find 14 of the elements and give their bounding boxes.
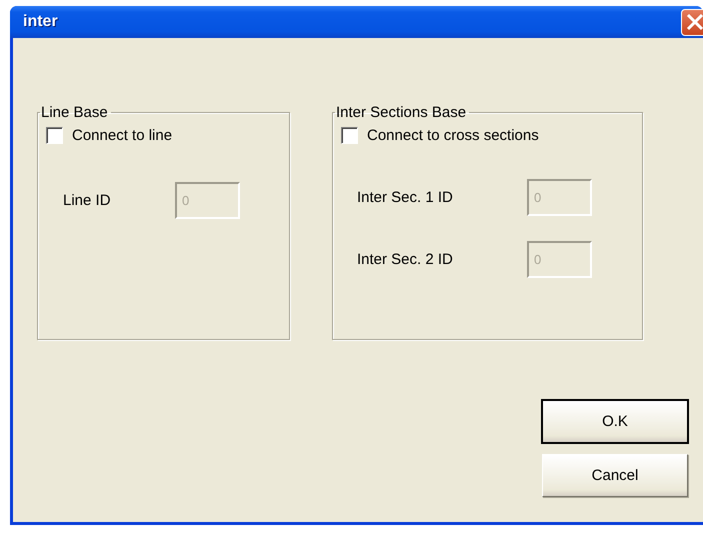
- checkbox[interactable]: [341, 127, 358, 144]
- close-icon: [686, 13, 703, 31]
- window-title: inter: [23, 13, 58, 31]
- field-label: Inter Sec. 1 ID: [357, 189, 454, 206]
- checkbox[interactable]: [46, 127, 63, 144]
- close-button[interactable]: [681, 8, 703, 36]
- dialog-button[interactable]: O.K: [542, 400, 688, 443]
- checkbox-label: Connect to line: [72, 127, 172, 144]
- field-label: Line ID: [63, 192, 112, 209]
- group-title: Inter Sections Base: [335, 104, 468, 121]
- field-label: Inter Sec. 2 ID: [357, 251, 454, 268]
- group-title: Line Base: [40, 104, 109, 121]
- checkbox-label: Connect to cross sections: [367, 127, 539, 144]
- dialog-button[interactable]: Cancel: [542, 454, 688, 497]
